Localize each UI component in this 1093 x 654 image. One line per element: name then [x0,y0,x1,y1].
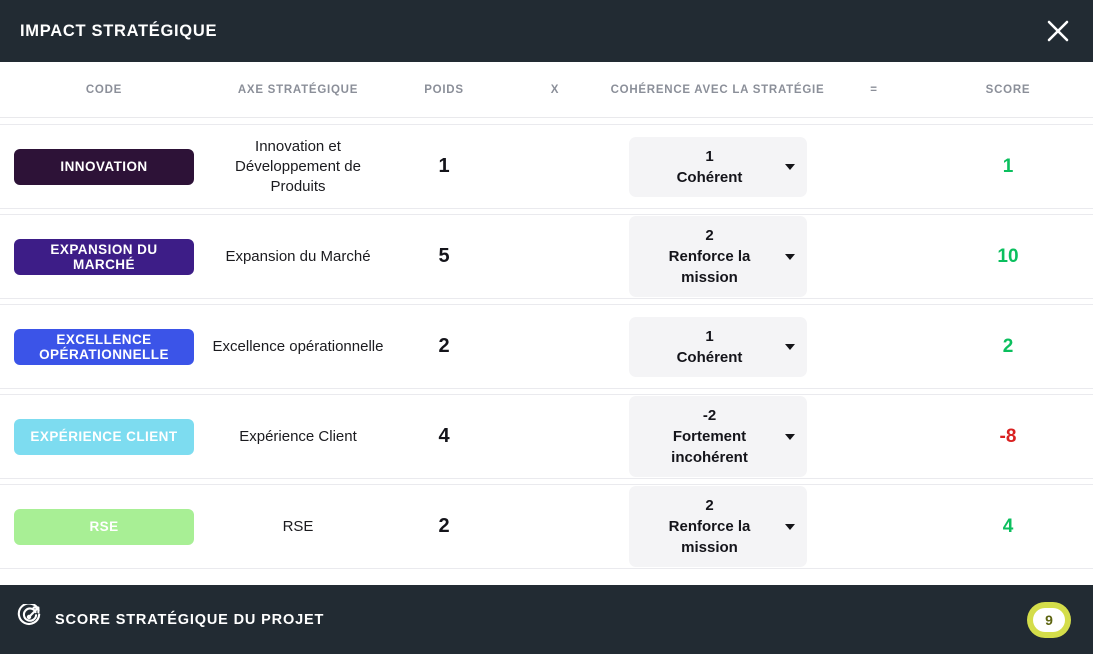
strategic-axis-rows: INNOVATION Innovation et Développement d… [0,118,1093,585]
code-badge[interactable]: RSE [14,508,194,545]
score-value: 2 [1002,335,1014,357]
poids-value: 1 [438,155,450,177]
table-row: EXCELLENCE OPÉRATIONNELLE Excellence opé… [0,304,1093,389]
score-value: 4 [1002,515,1014,537]
code-badge[interactable]: EXPÉRIENCE CLIENT [14,418,194,455]
poids-value: 2 [438,515,450,537]
coherence-select[interactable]: -2 Fortement incohérent [628,396,807,477]
score-value: 1 [1002,155,1014,177]
coherence-value: 2 [705,497,714,514]
score-value: -8 [999,425,1017,447]
code-badge[interactable]: EXPANSION DU MARCHÉ [14,238,194,275]
axe-label: Expansion du Marché [225,247,371,265]
column-header-coherence: COHÉRENCE AVEC LA STRATÉGIE [610,83,825,96]
coherence-label: Fortement incohérent [671,428,748,466]
coherence-label: Cohérent [676,168,743,186]
table-row: RSE RSE 2 2 Renforce la mission 4 [0,484,1093,569]
axe-label: Excellence opérationnelle [212,337,384,355]
chevron-down-icon [784,163,795,170]
score-value: 10 [997,245,1019,267]
table-row: EXPANSION DU MARCHÉ Expansion du Marché … [0,214,1093,299]
column-header-poids: POIDS [424,83,464,96]
coherence-value: 1 [705,327,714,345]
table-row: INNOVATION Innovation et Développement d… [0,124,1093,209]
coherence-select[interactable]: 1 Cohérent [628,316,807,377]
page-title: IMPACT STRATÉGIQUE [20,21,218,40]
column-header-equals: = [870,83,878,96]
column-header-code: CODE [85,83,123,96]
coherence-value: 2 [705,227,714,244]
coherence-select[interactable]: 1 Cohérent [628,136,807,197]
poids-value: 5 [438,245,450,267]
modal-footer: SCORE STRATÉGIQUE DU PROJET 9 [0,585,1093,654]
coherence-value: -2 [702,407,717,424]
code-badge[interactable]: INNOVATION [14,148,194,185]
modal-header: IMPACT STRATÉGIQUE [0,0,1093,62]
column-header-axe: AXE STRATÉGIQUE [237,83,359,96]
column-header-score: SCORE [985,83,1031,96]
chevron-down-icon [784,253,795,260]
coherence-label: Cohérent [676,348,743,366]
footer-left-group: SCORE STRATÉGIQUE DU PROJET [16,602,325,635]
chevron-down-icon [784,343,795,350]
total-score-value: 9 [1033,607,1065,632]
chevron-down-icon [784,433,795,440]
chevron-down-icon [784,523,795,530]
axe-label: RSE [282,517,314,535]
coherence-select[interactable]: 2 Renforce la mission [628,486,807,567]
poids-value: 2 [438,335,450,357]
axe-label: Expérience Client [239,427,357,445]
table-row: EXPÉRIENCE CLIENT Expérience Client 4 -2… [0,394,1093,479]
status-badge: 9 [1027,601,1071,638]
coherence-select[interactable]: 2 Renforce la mission [628,216,807,297]
table-column-headers: CODE AXE STRATÉGIQUE POIDS X COHÉRENCE A… [0,62,1093,118]
axe-label: Innovation et Développement de Produits [235,137,361,195]
column-header-multiply: X [550,83,560,96]
close-icon[interactable] [1041,14,1075,48]
total-score-label: SCORE STRATÉGIQUE DU PROJET [55,611,325,628]
coherence-value: 1 [705,147,714,165]
code-badge[interactable]: EXCELLENCE OPÉRATIONNELLE [14,328,194,365]
coherence-label: Renforce la mission [668,248,751,286]
poids-value: 4 [438,425,450,447]
target-icon [16,602,42,635]
coherence-label: Renforce la mission [668,518,751,556]
impact-strategique-modal: IMPACT STRATÉGIQUE CODE AXE STRATÉGIQUE … [0,0,1093,654]
